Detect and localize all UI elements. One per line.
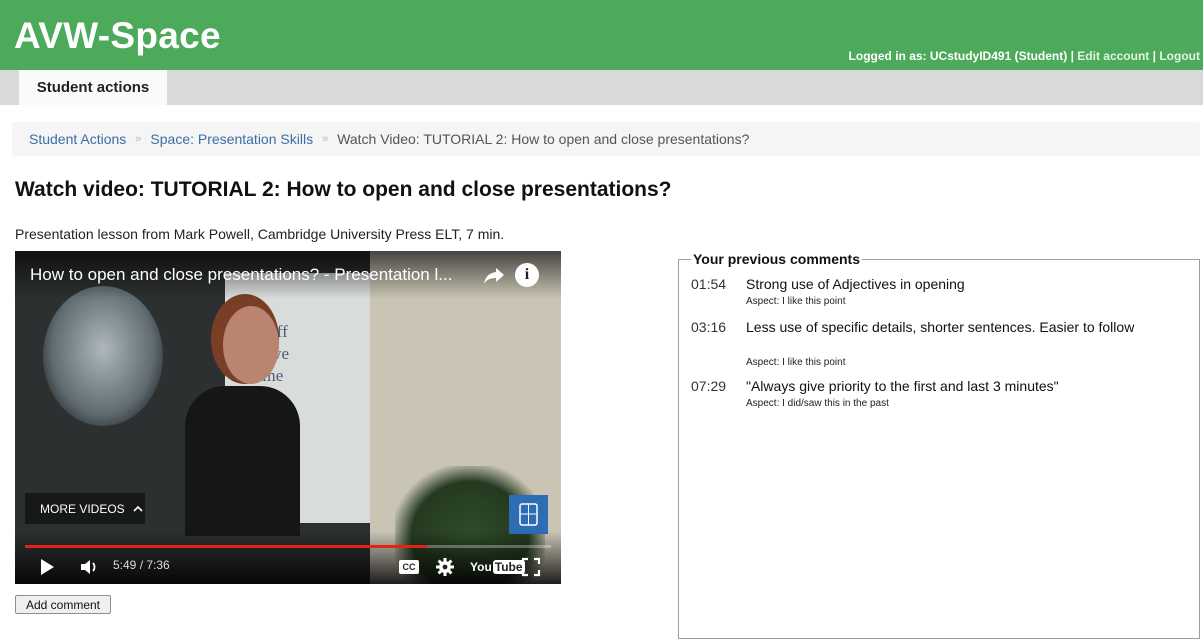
- edit-account-link[interactable]: Edit account: [1077, 49, 1149, 63]
- video-title[interactable]: How to open and close presentations? - P…: [30, 265, 452, 285]
- page-title: Watch video: TUTORIAL 2: How to open and…: [15, 178, 672, 201]
- header-bar: AVW-Space Logged in as: UCstudyID491 (St…: [0, 0, 1203, 70]
- comment-text: "Always give priority to the first and l…: [746, 378, 1059, 394]
- fullscreen-icon[interactable]: [521, 557, 541, 577]
- tab-student-actions[interactable]: Student actions: [19, 70, 167, 105]
- breadcrumb-current: Watch Video: TUTORIAL 2: How to open and…: [337, 131, 750, 147]
- more-videos-label: MORE VIDEOS: [40, 501, 125, 516]
- comments-legend: Your previous comments: [691, 251, 863, 267]
- comment-aspect: Aspect: I did/saw this in the past: [746, 398, 889, 409]
- logged-in-text: Logged in as: UCstudyID491 (Student): [848, 49, 1068, 63]
- video-presenter-body: [185, 386, 300, 536]
- chevron-up-icon: [133, 502, 143, 516]
- video-progress-fill: [25, 545, 428, 548]
- breadcrumb-separator: »: [322, 133, 329, 145]
- video-player[interactable]: Staff ntive eme How to open and close pr…: [15, 251, 561, 584]
- video-progress-bar[interactable]: [25, 545, 551, 548]
- info-icon[interactable]: i: [515, 263, 539, 287]
- comment-aspect: Aspect: I like this point: [746, 357, 846, 368]
- share-icon[interactable]: [482, 263, 506, 287]
- video-presenter-head: [223, 306, 279, 384]
- video-time: 5:49 / 7:36: [113, 558, 170, 572]
- comment-text: Less use of specific details, shorter se…: [746, 319, 1135, 335]
- youtube-logo-icon[interactable]: You Tube: [470, 559, 525, 575]
- video-projected-face: [43, 286, 163, 426]
- play-icon[interactable]: [41, 559, 54, 575]
- separator: |: [1070, 49, 1074, 63]
- add-comment-button[interactable]: Add comment: [15, 595, 111, 614]
- comment-time[interactable]: 01:54: [691, 276, 726, 292]
- previous-comments-panel: Your previous comments 01:54 Strong use …: [678, 251, 1200, 639]
- separator: |: [1152, 49, 1156, 63]
- more-videos-button[interactable]: MORE VIDEOS: [25, 493, 145, 524]
- site-brand[interactable]: AVW-Space: [14, 14, 221, 58]
- logout-link[interactable]: Logout: [1159, 49, 1200, 63]
- comment-time[interactable]: 03:16: [691, 319, 726, 335]
- comment-aspect: Aspect: I like this point: [746, 296, 846, 307]
- breadcrumb-space[interactable]: Space: Presentation Skills: [150, 131, 313, 147]
- comment-text: Strong use of Adjectives in opening: [746, 276, 965, 292]
- video-description: Presentation lesson from Mark Powell, Ca…: [15, 226, 505, 242]
- breadcrumb-separator: »: [135, 133, 142, 145]
- breadcrumb-student-actions[interactable]: Student Actions: [29, 131, 126, 147]
- settings-gear-icon[interactable]: [435, 557, 455, 577]
- comment-time[interactable]: 07:29: [691, 378, 726, 394]
- channel-logo-icon[interactable]: [509, 495, 548, 534]
- tab-bar: Student actions: [0, 70, 1203, 105]
- volume-icon[interactable]: [79, 557, 101, 577]
- user-info: Logged in as: UCstudyID491 (Student) | E…: [849, 49, 1200, 63]
- breadcrumb: Student Actions » Space: Presentation Sk…: [12, 122, 1200, 156]
- captions-icon[interactable]: CC: [399, 560, 419, 574]
